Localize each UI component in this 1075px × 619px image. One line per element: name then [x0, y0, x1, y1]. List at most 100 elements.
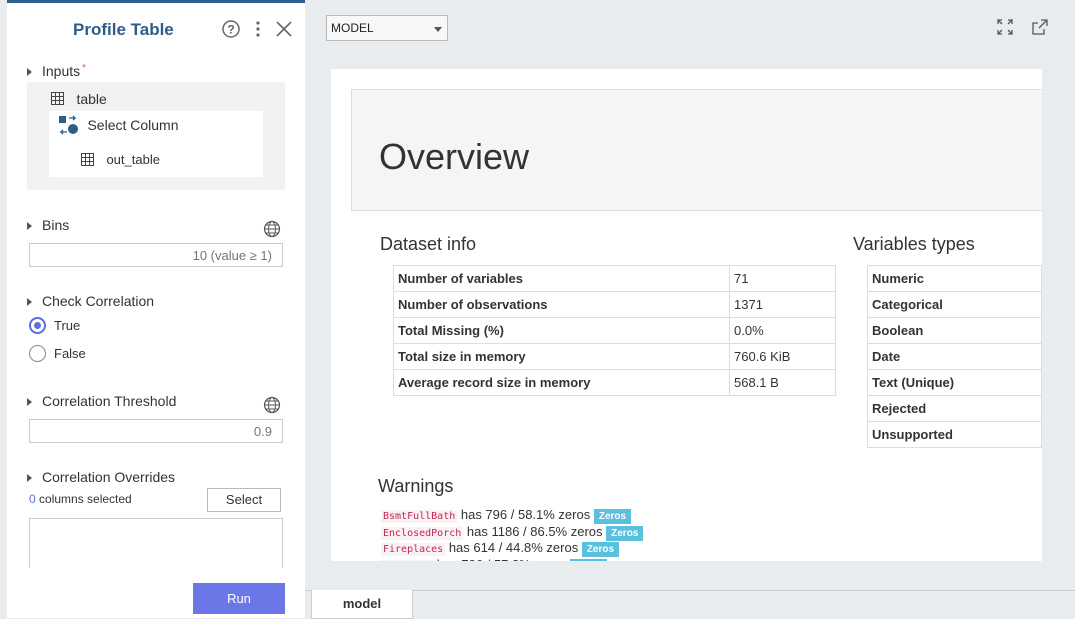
expand-icon[interactable] [996, 18, 1014, 36]
select-columns-button[interactable]: Select [207, 488, 281, 512]
input-table-row[interactable]: table [51, 90, 107, 108]
dataset-info-value: 0.0% [729, 317, 836, 344]
run-button[interactable]: Run [193, 583, 285, 614]
dataset-info-title: Dataset info [380, 234, 477, 254]
variable-type-label: Unsupported [867, 421, 1042, 448]
out-table-label: out_table [106, 152, 160, 168]
dataset-info-table: Number of variables 71 Number of observati… [393, 265, 836, 396]
dataset-info-key: Number of observations [393, 291, 730, 318]
variable-type-row: Boolean [867, 317, 1042, 344]
select-column-row[interactable]: Select Column [58, 115, 179, 135]
warning-item: BsmtFullBath has 796 / 58.1% zeros Zeros [381, 507, 632, 524]
radio-true[interactable] [29, 317, 46, 334]
dataset-info-key: Total size in memory [393, 343, 730, 370]
variable-type-row: Categorical [867, 291, 1042, 318]
variable-type-row: Date [867, 343, 1042, 370]
zeros-badge: Zeros [593, 509, 632, 524]
caret-right-icon [27, 398, 32, 407]
variable-type-label: Rejected [867, 395, 1042, 422]
radio-false[interactable] [29, 345, 46, 362]
dataset-info-row: Total Missing (%) 0.0% [393, 317, 836, 344]
inputs-label: Inputs [42, 63, 81, 79]
out-table-row[interactable]: out_table [81, 151, 160, 169]
output-select[interactable]: MODEL [326, 15, 448, 41]
table-icon [81, 153, 94, 167]
dataset-info-row: Total size in memory 760.6 KiB [393, 343, 836, 370]
dataset-info-row: Average record size in memory 568.1 B [393, 369, 836, 396]
warnings-title: Warnings [378, 476, 454, 496]
dataset-info-value: 568.1 B [729, 369, 836, 396]
open-external-icon[interactable] [1031, 18, 1049, 36]
zeros-badge: Zeros [569, 558, 607, 561]
threshold-section-toggle[interactable]: Correlation Threshold [27, 393, 176, 409]
inputs-box: table Select Column out_table [27, 82, 285, 190]
overrides-textarea[interactable] [29, 518, 283, 568]
select-column-box: Select Column out_table [49, 111, 263, 177]
overrides-section-toggle[interactable]: Correlation Overrides [27, 469, 175, 485]
select-column-icon [59, 115, 78, 135]
variables-types-title: Variables types [853, 234, 975, 254]
variables-types-table: Numeric Categorical Boolean Date Text (Uniqu… [867, 265, 1042, 448]
columns-selected-label: columns selected [35, 492, 132, 506]
tab-model[interactable]: model [311, 590, 413, 619]
variable-type-label: Categorical [867, 291, 1042, 318]
threshold-label: Correlation Threshold [42, 393, 177, 409]
caret-right-icon [27, 222, 32, 231]
overrides-label: Correlation Overrides [42, 469, 176, 485]
overview-header: Overview [351, 89, 1042, 211]
warning-column: EnclosedPorch [381, 526, 464, 540]
radio-true-label: True [54, 318, 81, 333]
bottom-tab-bar: model [305, 590, 1075, 619]
variable-type-label: Boolean [867, 317, 1042, 344]
input-table-label: table [76, 90, 107, 107]
select-column-label: Select Column [87, 117, 179, 133]
required-mark: * [82, 63, 87, 74]
globe-icon[interactable] [263, 396, 281, 414]
variable-type-row: Unsupported [867, 421, 1042, 448]
check-correlation-toggle[interactable]: Check Correlation [27, 293, 154, 309]
caret-right-icon [27, 474, 32, 483]
table-icon [51, 92, 64, 106]
warning-item: EnclosedPorch has 1186 / 86.5% zeros Zer… [381, 524, 644, 541]
dataset-info-value: 1371 [729, 291, 836, 318]
variable-type-label: Numeric [867, 265, 1042, 292]
warning-item: HalfBath has 786 / 57.3% zeros Zeros [381, 557, 607, 562]
svg-text:?: ? [227, 23, 234, 37]
zeros-badge: Zeros [606, 525, 644, 541]
dataset-info-value: 71 [729, 265, 836, 292]
dataset-info-row: Number of observations 1371 [393, 291, 836, 318]
inputs-section-toggle[interactable]: Inputs * [27, 63, 86, 79]
warning-column: HalfBath [381, 559, 434, 561]
warning-item: Fireplaces has 614 / 44.8% zeros Zeros [381, 540, 620, 557]
globe-icon[interactable] [263, 220, 281, 238]
close-icon[interactable] [274, 19, 294, 39]
threshold-input[interactable] [29, 419, 283, 443]
output-select-value: MODEL [331, 21, 374, 35]
bins-input[interactable] [29, 243, 283, 267]
caret-right-icon [27, 298, 32, 307]
panel-title: Profile Table [73, 20, 174, 39]
bins-section-toggle[interactable]: Bins [27, 217, 69, 233]
warning-text: has 786 / 57.3% zeros [433, 557, 570, 562]
check-correlation-label: Check Correlation [42, 293, 155, 309]
dataset-info-key: Number of variables [393, 265, 730, 292]
profile-table-panel: Profile Table ? Inputs * table Select Col… [7, 0, 305, 618]
warning-text: has 614 / 44.8% zeros [445, 540, 582, 555]
output-area: MODEL Overview Dataset info Number of va… [312, 0, 1075, 590]
help-icon[interactable]: ? [221, 19, 241, 39]
caret-right-icon [27, 68, 32, 77]
dataset-info-key: Total Missing (%) [393, 317, 730, 344]
overview-title: Overview [379, 136, 530, 177]
warning-column: Fireplaces [381, 543, 446, 556]
variable-type-label: Text (Unique) [867, 369, 1042, 396]
columns-selected-text: 0 columns selected [29, 492, 132, 506]
variable-type-row: Numeric [867, 265, 1042, 292]
columns-selected-count: 0 [29, 492, 36, 506]
dataset-info-key: Average record size in memory [393, 369, 730, 396]
more-vertical-icon[interactable] [248, 19, 268, 39]
dataset-info-value: 760.6 KiB [729, 343, 836, 370]
variable-type-label: Date [867, 343, 1042, 370]
bins-label: Bins [42, 217, 70, 233]
dataset-info-row: Number of variables 71 [393, 265, 836, 292]
variable-type-row: Rejected [867, 395, 1042, 422]
